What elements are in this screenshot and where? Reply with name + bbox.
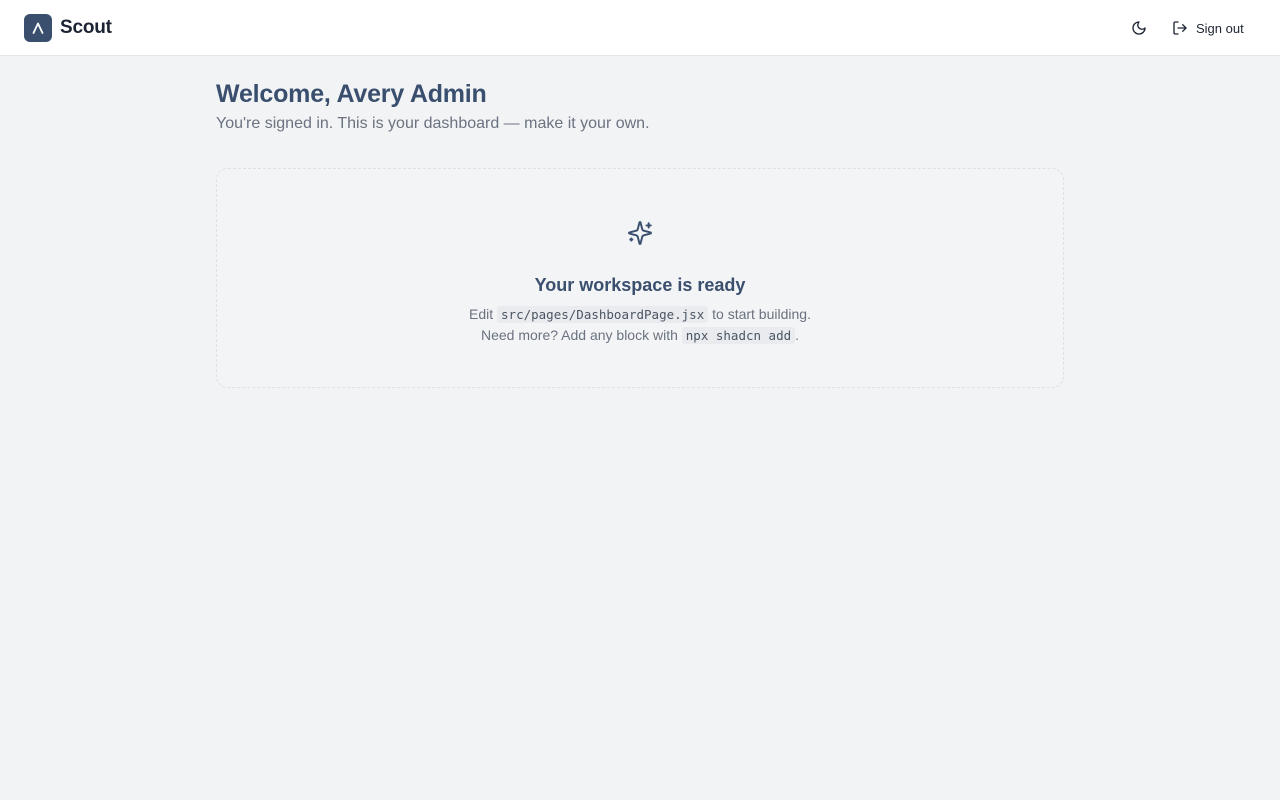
theme-toggle-button[interactable] — [1125, 14, 1153, 42]
page-subtitle: You're signed in. This is your dashboard… — [216, 115, 650, 132]
app-name: Scout — [60, 17, 112, 38]
top-navbar: Scout Sign out — [0, 0, 1280, 56]
hint-1-prefix: Edit — [469, 306, 494, 322]
sparkles-icon — [627, 220, 653, 246]
command-code: npx shadcn add — [681, 327, 796, 344]
logo-icon — [24, 14, 52, 42]
sign-out-label: Sign out — [1196, 20, 1244, 36]
hint-2-suffix: . — [795, 327, 800, 343]
empty-state-title: Your workspace is ready — [534, 275, 746, 295]
brand-link[interactable]: Scout — [24, 14, 112, 42]
file-path-code: src/pages/DashboardPage.jsx — [497, 306, 709, 323]
hint-1-suffix: to start building. — [712, 306, 811, 322]
empty-state-panel: Your workspace is ready Edit src/pages/D… — [216, 168, 1064, 388]
page-title: Welcome, Avery Admin — [216, 80, 487, 108]
empty-state-hint-1: Edit src/pages/DashboardPage.jsx to star… — [217, 306, 1063, 323]
sign-out-button[interactable]: Sign out — [1164, 14, 1252, 42]
hint-2-prefix: Need more? Add any block with — [480, 327, 678, 343]
empty-state-hint-2: Need more? Add any block with npx shadcn… — [217, 327, 1063, 344]
moon-icon — [1131, 20, 1147, 36]
log-out-icon — [1172, 20, 1188, 36]
